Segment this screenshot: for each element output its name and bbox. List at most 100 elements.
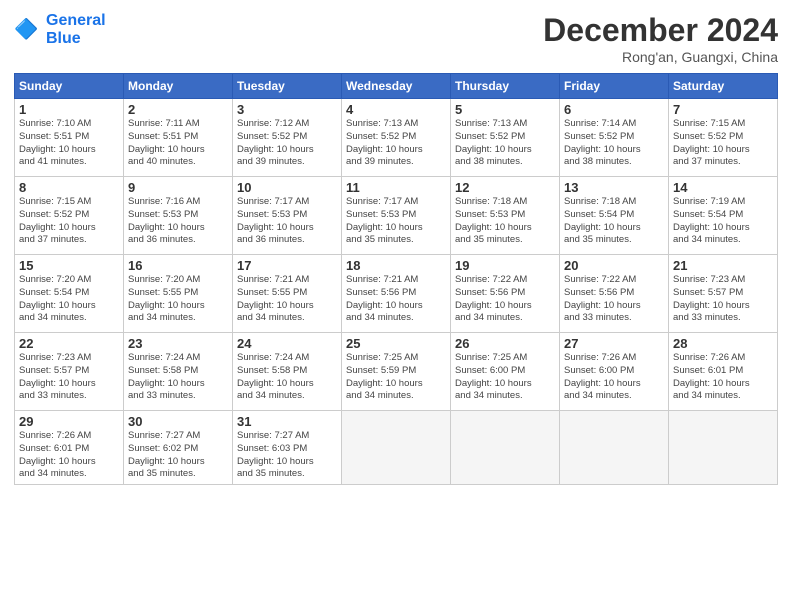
col-wednesday: Wednesday	[342, 74, 451, 99]
table-row: 9Sunrise: 7:16 AMSunset: 5:53 PMDaylight…	[124, 177, 233, 255]
day-info: Sunrise: 7:17 AMSunset: 5:53 PMDaylight:…	[346, 196, 446, 247]
day-number: 11	[346, 180, 446, 195]
day-number: 26	[455, 336, 555, 351]
day-info: Sunrise: 7:17 AMSunset: 5:53 PMDaylight:…	[237, 196, 337, 247]
day-info: Sunrise: 7:18 AMSunset: 5:53 PMDaylight:…	[455, 196, 555, 247]
day-info: Sunrise: 7:19 AMSunset: 5:54 PMDaylight:…	[673, 196, 773, 247]
day-info: Sunrise: 7:25 AMSunset: 5:59 PMDaylight:…	[346, 352, 446, 403]
day-info: Sunrise: 7:20 AMSunset: 5:55 PMDaylight:…	[128, 274, 228, 325]
day-info: Sunrise: 7:22 AMSunset: 5:56 PMDaylight:…	[455, 274, 555, 325]
title-block: December 2024 Rong'an, Guangxi, China	[543, 12, 778, 65]
table-row: 29Sunrise: 7:26 AMSunset: 6:01 PMDayligh…	[15, 411, 124, 485]
table-row	[560, 411, 669, 485]
day-number: 15	[19, 258, 119, 273]
day-info: Sunrise: 7:14 AMSunset: 5:52 PMDaylight:…	[564, 118, 664, 169]
table-row: 16Sunrise: 7:20 AMSunset: 5:55 PMDayligh…	[124, 255, 233, 333]
day-number: 12	[455, 180, 555, 195]
table-row: 7Sunrise: 7:15 AMSunset: 5:52 PMDaylight…	[669, 99, 778, 177]
day-info: Sunrise: 7:26 AMSunset: 6:01 PMDaylight:…	[19, 430, 119, 481]
day-info: Sunrise: 7:13 AMSunset: 5:52 PMDaylight:…	[455, 118, 555, 169]
day-info: Sunrise: 7:24 AMSunset: 5:58 PMDaylight:…	[128, 352, 228, 403]
day-number: 25	[346, 336, 446, 351]
table-row: 10Sunrise: 7:17 AMSunset: 5:53 PMDayligh…	[233, 177, 342, 255]
day-info: Sunrise: 7:21 AMSunset: 5:55 PMDaylight:…	[237, 274, 337, 325]
day-info: Sunrise: 7:26 AMSunset: 6:00 PMDaylight:…	[564, 352, 664, 403]
svg-text:🔷: 🔷	[14, 18, 38, 41]
day-info: Sunrise: 7:26 AMSunset: 6:01 PMDaylight:…	[673, 352, 773, 403]
table-row: 19Sunrise: 7:22 AMSunset: 5:56 PMDayligh…	[451, 255, 560, 333]
table-row: 25Sunrise: 7:25 AMSunset: 5:59 PMDayligh…	[342, 333, 451, 411]
table-row: 6Sunrise: 7:14 AMSunset: 5:52 PMDaylight…	[560, 99, 669, 177]
day-info: Sunrise: 7:23 AMSunset: 5:57 PMDaylight:…	[673, 274, 773, 325]
day-info: Sunrise: 7:25 AMSunset: 6:00 PMDaylight:…	[455, 352, 555, 403]
day-info: Sunrise: 7:12 AMSunset: 5:52 PMDaylight:…	[237, 118, 337, 169]
table-row: 30Sunrise: 7:27 AMSunset: 6:02 PMDayligh…	[124, 411, 233, 485]
day-number: 10	[237, 180, 337, 195]
day-number: 20	[564, 258, 664, 273]
day-number: 14	[673, 180, 773, 195]
day-number: 13	[564, 180, 664, 195]
logo-icon: 🔷	[14, 16, 42, 44]
calendar-week-row: 1Sunrise: 7:10 AMSunset: 5:51 PMDaylight…	[15, 99, 778, 177]
table-row: 26Sunrise: 7:25 AMSunset: 6:00 PMDayligh…	[451, 333, 560, 411]
table-row: 1Sunrise: 7:10 AMSunset: 5:51 PMDaylight…	[15, 99, 124, 177]
table-row: 8Sunrise: 7:15 AMSunset: 5:52 PMDaylight…	[15, 177, 124, 255]
day-number: 7	[673, 102, 773, 117]
table-row: 5Sunrise: 7:13 AMSunset: 5:52 PMDaylight…	[451, 99, 560, 177]
col-sunday: Sunday	[15, 74, 124, 99]
day-number: 30	[128, 414, 228, 429]
location: Rong'an, Guangxi, China	[543, 49, 778, 65]
table-row: 31Sunrise: 7:27 AMSunset: 6:03 PMDayligh…	[233, 411, 342, 485]
day-number: 23	[128, 336, 228, 351]
calendar-table: Sunday Monday Tuesday Wednesday Thursday…	[14, 73, 778, 485]
day-info: Sunrise: 7:13 AMSunset: 5:52 PMDaylight:…	[346, 118, 446, 169]
table-row: 11Sunrise: 7:17 AMSunset: 5:53 PMDayligh…	[342, 177, 451, 255]
table-row: 15Sunrise: 7:20 AMSunset: 5:54 PMDayligh…	[15, 255, 124, 333]
day-info: Sunrise: 7:11 AMSunset: 5:51 PMDaylight:…	[128, 118, 228, 169]
day-info: Sunrise: 7:27 AMSunset: 6:02 PMDaylight:…	[128, 430, 228, 481]
table-row: 23Sunrise: 7:24 AMSunset: 5:58 PMDayligh…	[124, 333, 233, 411]
day-number: 2	[128, 102, 228, 117]
day-number: 28	[673, 336, 773, 351]
table-row	[669, 411, 778, 485]
day-number: 4	[346, 102, 446, 117]
day-number: 31	[237, 414, 337, 429]
day-info: Sunrise: 7:23 AMSunset: 5:57 PMDaylight:…	[19, 352, 119, 403]
day-number: 5	[455, 102, 555, 117]
day-info: Sunrise: 7:24 AMSunset: 5:58 PMDaylight:…	[237, 352, 337, 403]
table-row: 24Sunrise: 7:24 AMSunset: 5:58 PMDayligh…	[233, 333, 342, 411]
calendar-week-row: 15Sunrise: 7:20 AMSunset: 5:54 PMDayligh…	[15, 255, 778, 333]
day-number: 9	[128, 180, 228, 195]
table-row	[342, 411, 451, 485]
table-row: 2Sunrise: 7:11 AMSunset: 5:51 PMDaylight…	[124, 99, 233, 177]
day-number: 27	[564, 336, 664, 351]
table-row: 21Sunrise: 7:23 AMSunset: 5:57 PMDayligh…	[669, 255, 778, 333]
day-number: 8	[19, 180, 119, 195]
day-number: 21	[673, 258, 773, 273]
day-number: 29	[19, 414, 119, 429]
day-info: Sunrise: 7:20 AMSunset: 5:54 PMDaylight:…	[19, 274, 119, 325]
table-row	[451, 411, 560, 485]
day-info: Sunrise: 7:27 AMSunset: 6:03 PMDaylight:…	[237, 430, 337, 481]
table-row: 22Sunrise: 7:23 AMSunset: 5:57 PMDayligh…	[15, 333, 124, 411]
day-info: Sunrise: 7:21 AMSunset: 5:56 PMDaylight:…	[346, 274, 446, 325]
day-info: Sunrise: 7:10 AMSunset: 5:51 PMDaylight:…	[19, 118, 119, 169]
col-friday: Friday	[560, 74, 669, 99]
logo: 🔷 General Blue	[14, 12, 106, 49]
page-container: 🔷 General Blue December 2024 Rong'an, Gu…	[0, 0, 792, 493]
table-row: 4Sunrise: 7:13 AMSunset: 5:52 PMDaylight…	[342, 99, 451, 177]
table-row: 28Sunrise: 7:26 AMSunset: 6:01 PMDayligh…	[669, 333, 778, 411]
day-info: Sunrise: 7:16 AMSunset: 5:53 PMDaylight:…	[128, 196, 228, 247]
table-row: 14Sunrise: 7:19 AMSunset: 5:54 PMDayligh…	[669, 177, 778, 255]
header: 🔷 General Blue December 2024 Rong'an, Gu…	[14, 12, 778, 65]
col-monday: Monday	[124, 74, 233, 99]
day-number: 1	[19, 102, 119, 117]
calendar-week-row: 22Sunrise: 7:23 AMSunset: 5:57 PMDayligh…	[15, 333, 778, 411]
col-saturday: Saturday	[669, 74, 778, 99]
day-info: Sunrise: 7:22 AMSunset: 5:56 PMDaylight:…	[564, 274, 664, 325]
table-row: 18Sunrise: 7:21 AMSunset: 5:56 PMDayligh…	[342, 255, 451, 333]
calendar-header-row: Sunday Monday Tuesday Wednesday Thursday…	[15, 74, 778, 99]
day-info: Sunrise: 7:15 AMSunset: 5:52 PMDaylight:…	[673, 118, 773, 169]
day-info: Sunrise: 7:15 AMSunset: 5:52 PMDaylight:…	[19, 196, 119, 247]
col-thursday: Thursday	[451, 74, 560, 99]
